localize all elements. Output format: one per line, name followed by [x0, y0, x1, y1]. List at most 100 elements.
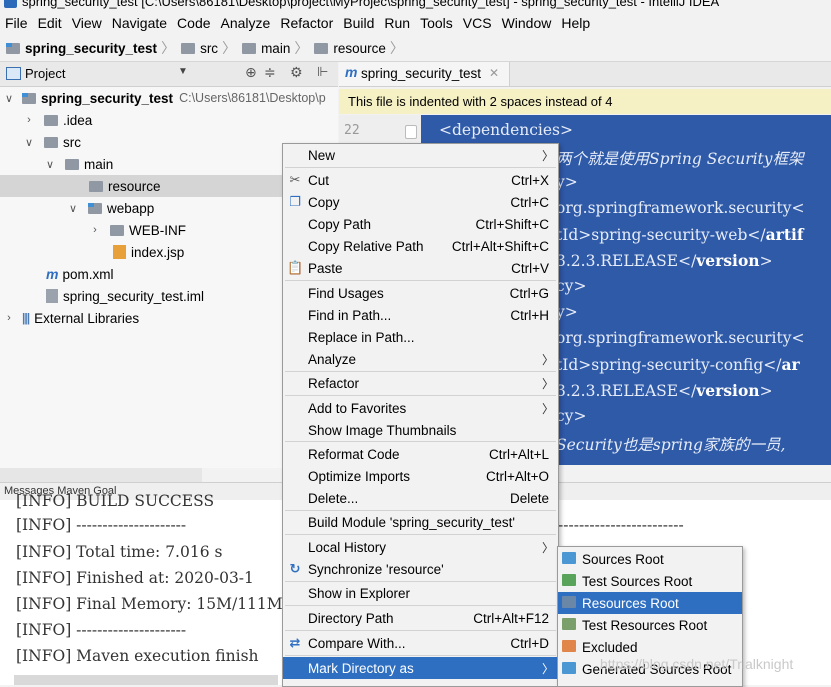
menu-item-optimize-imports[interactable]: Optimize Imports Ctrl+Alt+O [283, 465, 558, 487]
close-icon[interactable]: ✕ [489, 66, 499, 80]
menu-item-directory-path[interactable]: Directory Path Ctrl+Alt+F12 [283, 607, 558, 629]
indent-notice: This file is indented with 2 spaces inst… [339, 89, 831, 114]
menu-view[interactable]: View [67, 15, 107, 31]
menu-item-analyze[interactable]: Analyze 〉 [283, 348, 558, 370]
menu-bar: File Edit View Navigate Code Analyze Ref… [0, 11, 831, 34]
menu-item-refactor[interactable]: Refactor 〉 [283, 372, 558, 394]
menu-build[interactable]: Build [338, 15, 379, 31]
menu-item-find-usages[interactable]: Find Usages Ctrl+G [283, 282, 558, 304]
folder-icon [181, 42, 196, 54]
menu-item-cut[interactable]: ✂ Cut Ctrl+X [283, 169, 558, 191]
copy-icon: ❐ [289, 194, 301, 209]
menu-item-paste[interactable]: 📋 Paste Ctrl+V [283, 257, 558, 279]
breadcrumb-src[interactable]: src 〉 [175, 38, 236, 58]
breadcrumb-main[interactable]: main 〉 [236, 38, 308, 58]
breadcrumb-resource[interactable]: resource 〉 [308, 38, 404, 58]
folder-icon [242, 42, 257, 54]
menu-code[interactable]: Code [172, 15, 215, 31]
submenu-item-excluded[interactable]: Excluded [558, 636, 742, 658]
menu-separator [285, 167, 556, 168]
panel-divider [0, 468, 202, 482]
menu-file[interactable]: File [0, 15, 33, 31]
submenu-arrow-icon: 〉 [541, 661, 554, 676]
editor-tab[interactable]: m spring_security_test ✕ [339, 62, 510, 86]
menu-navigate[interactable]: Navigate [107, 15, 172, 31]
menu-item-mark-directory-as[interactable]: Mark Directory as 〉 [283, 657, 558, 679]
menu-item-copy-relative-path[interactable]: Copy Relative Path Ctrl+Alt+Shift+C [283, 235, 558, 257]
chevron-right-icon[interactable]: › [88, 224, 102, 236]
submenu-item-test-resources-root[interactable]: Test Resources Root [558, 614, 742, 636]
context-menu: New 〉 ✂ Cut Ctrl+X ❐ Copy Ctrl+C Copy Path Ctr… [282, 143, 559, 687]
menu-item-replace-in-path[interactable]: Replace in Path... [283, 326, 558, 348]
breadcrumb-project[interactable]: spring_security_test 〉 [0, 38, 175, 58]
resources-root-folder-icon [562, 596, 576, 608]
chevron-right-icon: 〉 [389, 40, 404, 56]
locate-target-icon[interactable]: ⊕ [245, 64, 257, 81]
submenu-item-test-sources-root[interactable]: Test Sources Root [558, 570, 742, 592]
compare-arrows-icon: ⇄ [289, 635, 301, 650]
menu-separator [285, 441, 556, 442]
collapse-icon[interactable]: ≑ [264, 64, 276, 81]
chevron-right-icon[interactable]: › [22, 114, 36, 126]
submenu-arrow-icon: 〉 [541, 376, 554, 391]
test-sources-root-folder-icon [562, 574, 576, 586]
scissors-icon: ✂ [289, 172, 301, 187]
menu-item-synchronize[interactable]: ↻ Synchronize 'resource' [283, 558, 558, 580]
chevron-right-icon: 〉 [161, 40, 176, 56]
library-icon: ||| [22, 311, 30, 325]
menu-tools[interactable]: Tools [415, 15, 458, 31]
menu-item-show-in-explorer[interactable]: Show in Explorer [283, 582, 558, 604]
menu-item-show-image-thumbnails[interactable]: Show Image Thumbnails [283, 419, 558, 441]
view-dropdown-icon[interactable]: ▼ [178, 66, 188, 77]
menu-item-copy-path[interactable]: Copy Path Ctrl+Shift+C [283, 213, 558, 235]
menu-help[interactable]: Help [556, 15, 595, 31]
tree-item-idea[interactable]: › .idea [0, 109, 338, 131]
project-panel-header: Project ▼ ⊕ ≑ ⚙ ⊩ [0, 62, 338, 87]
submenu-arrow-icon: 〉 [541, 352, 554, 367]
submenu-arrow-icon: 〉 [541, 540, 554, 555]
chevron-right-icon: 〉 [222, 40, 237, 56]
menu-item-new[interactable]: New 〉 [283, 144, 558, 166]
menu-item-reformat-code[interactable]: Reformat Code Ctrl+Alt+L [283, 443, 558, 465]
folder-icon [44, 114, 58, 126]
chevron-right-icon[interactable]: › [2, 312, 16, 324]
window-title-bar: spring_security_test [C:\Users\86181\Des… [0, 0, 831, 10]
chevron-down-icon[interactable]: ∨ [22, 136, 36, 149]
tree-item-root[interactable]: ∨ spring_security_test C:\Users\86181\De… [0, 87, 338, 109]
horizontal-scrollbar[interactable] [14, 675, 278, 685]
folder-icon [314, 42, 329, 54]
menu-edit[interactable]: Edit [33, 15, 67, 31]
editor-tab-bar: m spring_security_test ✕ [339, 62, 831, 87]
sync-icon: ↻ [289, 561, 301, 576]
submenu-item-resources-root[interactable]: Resources Root [558, 592, 742, 614]
menu-item-delete[interactable]: Delete... Delete [283, 487, 558, 509]
menu-separator [285, 630, 556, 631]
module-folder-icon [22, 92, 36, 104]
menu-vcs[interactable]: VCS [458, 15, 497, 31]
menu-item-copy[interactable]: ❐ Copy Ctrl+C [283, 191, 558, 213]
web-folder-icon [88, 202, 102, 214]
gear-icon[interactable]: ⚙ [290, 64, 303, 81]
breadcrumb: spring_security_test 〉 src 〉 main 〉 resourc… [0, 35, 831, 62]
fold-marker-icon[interactable] [405, 125, 417, 139]
chevron-down-icon[interactable]: ∨ [2, 92, 16, 105]
window-title: spring_security_test [C:\Users\86181\Des… [22, 0, 720, 9]
menu-run[interactable]: Run [379, 15, 415, 31]
menu-refactor[interactable]: Refactor [275, 15, 338, 31]
menu-item-local-history[interactable]: Local History 〉 [283, 536, 558, 558]
line-number: 22 [344, 123, 360, 138]
folder-icon [89, 180, 103, 192]
project-view-label[interactable]: Project [25, 66, 65, 81]
watermark: https://blog.csdn.net/Trialknight [600, 656, 794, 672]
menu-item-build-module[interactable]: Build Module 'spring_security_test' [283, 511, 558, 533]
menu-item-add-to-favorites[interactable]: Add to Favorites 〉 [283, 397, 558, 419]
folder-icon [110, 224, 124, 236]
hide-panel-icon[interactable]: ⊩ [317, 64, 328, 80]
menu-item-compare-with[interactable]: ⇄ Compare With... Ctrl+D [283, 632, 558, 654]
menu-analyze[interactable]: Analyze [216, 15, 276, 31]
menu-item-find-in-path[interactable]: Find in Path... Ctrl+H [283, 304, 558, 326]
chevron-down-icon[interactable]: ∨ [43, 158, 57, 171]
chevron-down-icon[interactable]: ∨ [66, 202, 80, 215]
menu-window[interactable]: Window [497, 15, 557, 31]
submenu-item-sources-root[interactable]: Sources Root [558, 548, 742, 570]
